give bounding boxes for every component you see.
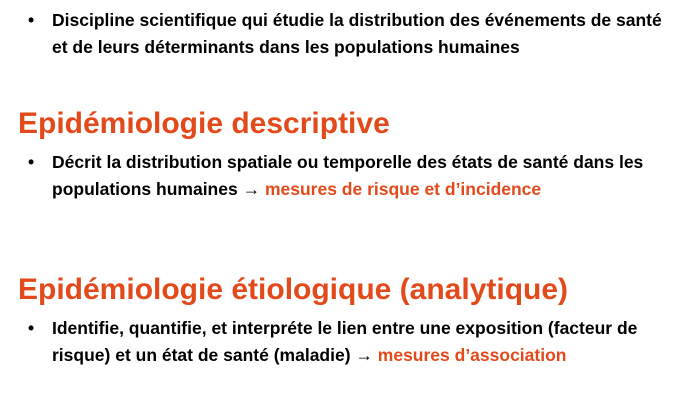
descriptive-bullet-highlight: mesures de risque et d’incidence (264, 179, 542, 199)
descriptive-bullet: • Décrit la distribution spatiale ou tem… (28, 149, 668, 203)
etiologique-bullet: • Identifie, quantifie, et interpréte le… (28, 315, 668, 369)
bullet-marker: • (28, 318, 35, 338)
intro-bullet-text: Discipline scientifique qui étudie la di… (52, 10, 662, 57)
bullet-marker: • (28, 152, 35, 172)
heading-etiologique: Epidémiologie étiologique (analytique) (18, 273, 569, 306)
slide: • Discipline scientifique qui étudie la … (0, 0, 681, 411)
bullet-marker: • (28, 10, 35, 30)
etiologique-bullet-highlight: mesures d’association (377, 345, 567, 365)
intro-bullet: • Discipline scientifique qui étudie la … (28, 7, 668, 61)
heading-descriptive: Epidémiologie descriptive (18, 107, 390, 140)
